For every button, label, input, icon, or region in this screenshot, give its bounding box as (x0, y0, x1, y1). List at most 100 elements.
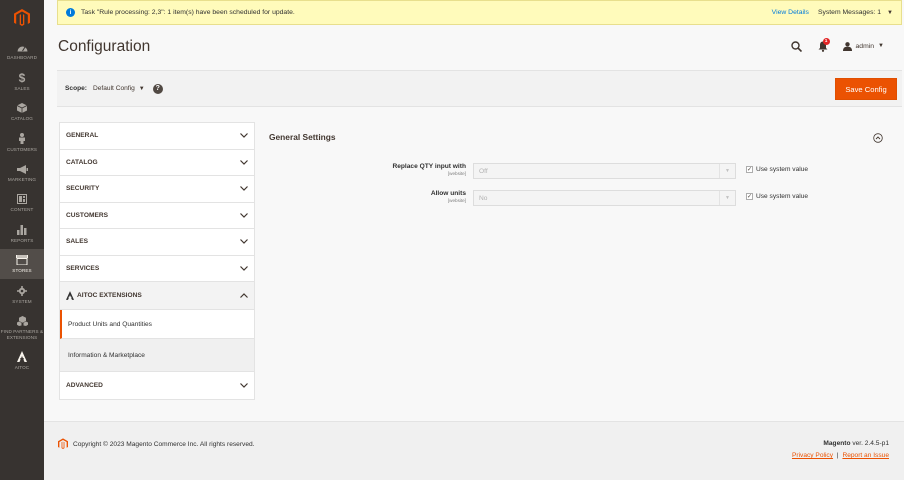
select-value: No (479, 194, 488, 202)
chevron-down-icon: ▼ (887, 9, 893, 16)
chevron-up-icon (240, 292, 248, 300)
admin-sidebar: Dashboard $ Sales Catalog Customers Mark… (0, 0, 44, 480)
field-label: Replace QTY input with (392, 163, 466, 170)
tab-security-label: SECURITY (66, 185, 100, 193)
tab-general[interactable]: GENERAL (60, 123, 254, 150)
tab-advanced[interactable]: ADVANCED (60, 372, 254, 399)
checkbox-checked-icon: ✓ (746, 166, 753, 173)
system-message-bar: i Task "Rule processing: 2,3": 1 item(s)… (57, 0, 902, 25)
chevron-down-icon (240, 381, 248, 389)
tab-security[interactable]: SECURITY (60, 176, 254, 203)
nav-marketing[interactable]: Marketing (0, 158, 44, 188)
tab-sales[interactable]: SALES (60, 229, 254, 256)
tab-general-label: GENERAL (66, 132, 99, 140)
scope-label: Scope: (65, 85, 87, 92)
nav-customers[interactable]: Customers (0, 127, 44, 157)
chevron-down-icon (240, 238, 248, 246)
tab-aitoc-label-group: AITOC EXTENSIONS (66, 291, 142, 300)
content-icon (17, 193, 27, 205)
cubes-icon (16, 315, 28, 327)
info-icon: i (66, 8, 75, 17)
magento-logo-icon (58, 438, 68, 452)
use-system-value-checkbox[interactable]: ✓ Use system value (746, 193, 808, 200)
chevron-down-icon (240, 264, 248, 272)
nav-content[interactable]: Content (0, 188, 44, 218)
admin-username: admin (855, 42, 875, 50)
nav-stores[interactable]: Stores (0, 248, 44, 280)
replace-qty-select[interactable]: Off ▼ (473, 163, 736, 179)
nav-customers-label: Customers (6, 146, 38, 152)
nav-aitoc[interactable]: Aitoc (0, 346, 44, 376)
footer-links: Privacy Policy | Report an Issue (792, 452, 889, 459)
system-messages-label: System Messages: 1 (817, 9, 882, 16)
nav-aitoc-label: Aitoc (14, 364, 30, 370)
bar-chart-icon (17, 224, 27, 236)
save-config-button[interactable]: Save Config (835, 78, 897, 100)
nav-find-partners-label: Find Partners & Extensions (0, 329, 44, 340)
field-label-group: Allow units [website] (431, 190, 466, 203)
tab-item-product-units-and-quantities[interactable]: Product Units and Quantities (60, 310, 254, 339)
aitoc-icon (17, 351, 27, 363)
tab-catalog-label: CATALOG (66, 158, 98, 166)
cube-icon (17, 102, 27, 114)
report-issue-link[interactable]: Report an Issue (842, 452, 889, 459)
tab-customers[interactable]: CUSTOMERS (60, 203, 254, 229)
tab-aitoc-label: AITOC EXTENSIONS (77, 292, 142, 299)
nav-catalog[interactable]: Catalog (0, 97, 44, 127)
nav-content-label: Content (10, 207, 34, 213)
nav-dashboard[interactable]: Dashboard (0, 36, 44, 66)
privacy-policy-link[interactable]: Privacy Policy (792, 452, 833, 459)
field-scope-label: [website] (447, 198, 466, 203)
tab-services-label: SERVICES (66, 264, 100, 272)
nav-sales[interactable]: $ Sales (0, 66, 44, 96)
notifications-button[interactable]: 1 (815, 38, 831, 54)
magento-logo[interactable] (0, 0, 44, 36)
nav-sales-label: Sales (14, 85, 30, 91)
copyright-text: Copyright © 2023 Magento Commerce Inc. A… (73, 441, 255, 448)
tab-advanced-label: ADVANCED (66, 381, 103, 389)
help-icon[interactable]: ? (152, 83, 163, 94)
nav-catalog-label: Catalog (11, 116, 33, 122)
system-message-text: Task "Rule processing: 2,3": 1 item(s) h… (81, 9, 295, 16)
scope-switcher[interactable]: Default Config (93, 85, 135, 92)
tab-customers-label: CUSTOMERS (66, 211, 109, 219)
system-messages-toggle[interactable]: System Messages: 1 ▼ (818, 9, 893, 16)
store-icon (16, 254, 28, 266)
dollar-icon: $ (18, 70, 26, 85)
dashboard-icon (17, 41, 28, 53)
tab-sales-label: SALES (66, 238, 88, 246)
nav-reports[interactable]: Reports (0, 218, 44, 248)
chevron-down-icon (240, 211, 248, 219)
tab-aitoc-extensions[interactable]: AITOC EXTENSIONS (60, 282, 254, 310)
config-tabs: GENERAL CATALOG SECURITY CUSTOMERS SALES… (59, 122, 255, 400)
chevron-down-icon: ▼ (138, 85, 145, 92)
scope-bar: Scope: Default Config ▼ ? Save Config (57, 70, 902, 107)
chevron-down-icon: ▼ (719, 191, 735, 205)
megaphone-icon (16, 163, 28, 175)
checkbox-label: Use system value (756, 166, 809, 173)
section-title-general-settings[interactable]: General Settings (269, 132, 336, 142)
aitoc-icon (66, 291, 74, 300)
view-details-link[interactable]: View Details (772, 9, 809, 16)
nav-system-label: System (12, 298, 32, 304)
header-actions: 1 admin ▼ (779, 38, 884, 54)
allow-units-select[interactable]: No ▼ (473, 190, 736, 206)
chevron-down-icon (240, 158, 248, 166)
version-number: ver. 2.4.5-p1 (852, 440, 889, 447)
notification-count-badge: 1 (822, 38, 830, 45)
nav-find-partners[interactable]: Find Partners & Extensions (0, 310, 44, 346)
version-text: Magento ver. 2.4.5-p1 (823, 440, 889, 447)
select-value: Off (479, 167, 488, 175)
nav-reports-label: Reports (10, 237, 34, 243)
footer-separator: | (836, 452, 839, 459)
person-icon (18, 133, 26, 145)
search-icon[interactable] (789, 38, 805, 54)
admin-user-menu[interactable]: admin ▼ (842, 38, 884, 54)
nav-system[interactable]: System (0, 279, 44, 309)
tab-item-information-marketplace[interactable]: Information & Marketplace (60, 339, 254, 372)
use-system-value-checkbox[interactable]: ✓ Use system value (746, 166, 808, 173)
tab-services[interactable]: SERVICES (60, 256, 254, 282)
nav-stores-label: Stores (12, 268, 32, 274)
tab-catalog[interactable]: CATALOG (60, 150, 254, 176)
collapse-section-icon[interactable] (873, 133, 883, 143)
